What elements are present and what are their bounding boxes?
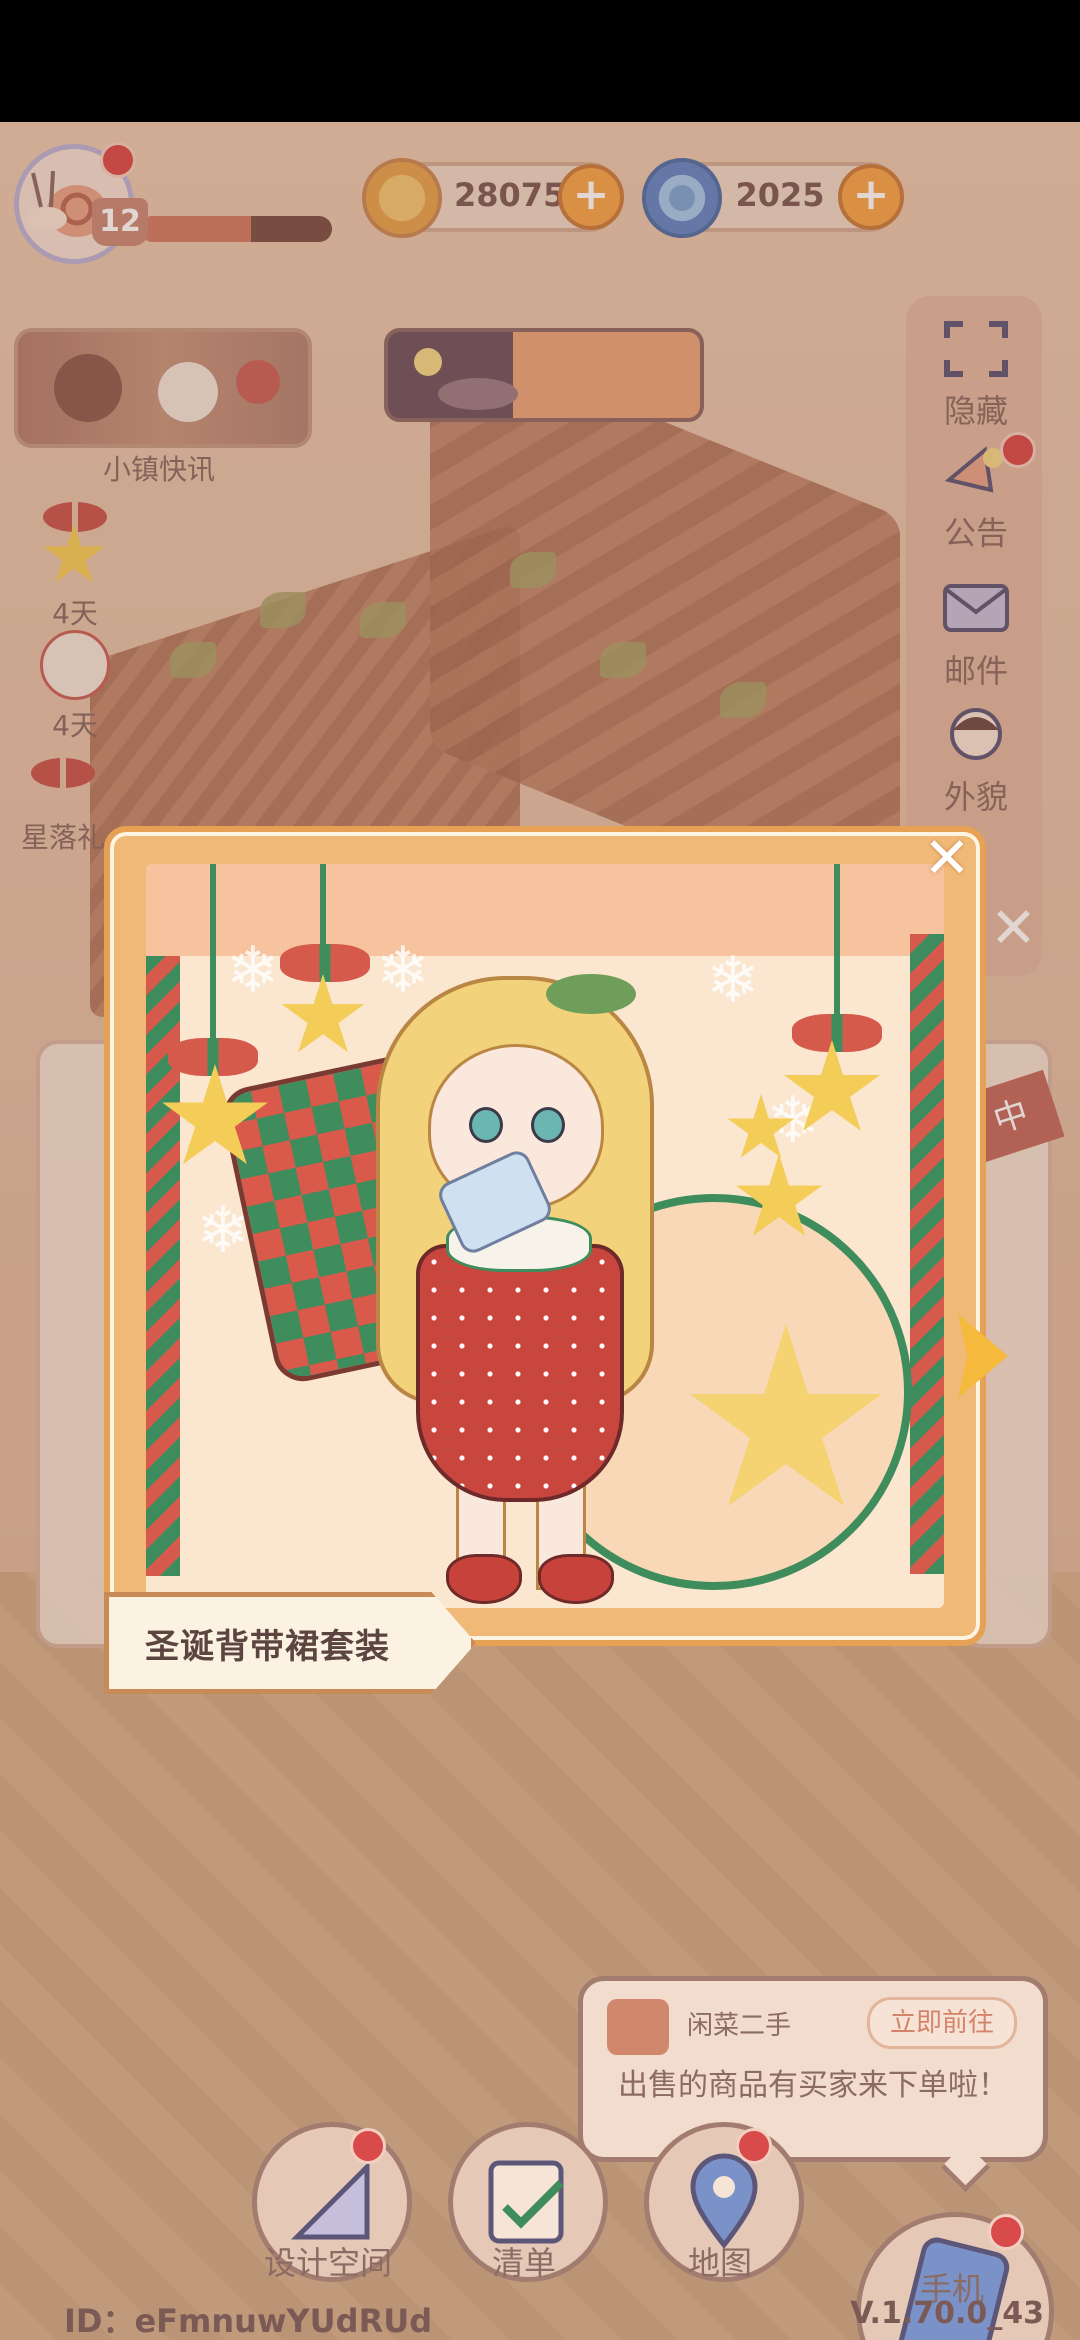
go-now-button[interactable]: 立即前往	[867, 1997, 1017, 2049]
game-version: V.1.70.0_43	[850, 2296, 1044, 2331]
map-label: 地图	[687, 2244, 752, 2282]
candy-stripe-right	[910, 934, 944, 1574]
snowflake-icon: ❄	[226, 934, 280, 1008]
phone-notification-dot	[988, 2214, 1024, 2250]
notification-message: 出售的商品有买家来下单啦！	[618, 2068, 1008, 2103]
mistletoe-hairpin-icon	[546, 974, 636, 1014]
bow-icon	[792, 1014, 882, 1052]
ornament-string	[834, 864, 840, 1034]
status-bar	[0, 0, 1080, 122]
character-eye	[531, 1107, 565, 1143]
snowflake-icon: ❄	[376, 934, 430, 1008]
notification-source: 闲菜二手	[687, 2011, 792, 2041]
character-eye	[469, 1107, 503, 1143]
ornament-string	[210, 864, 216, 1064]
outfit-showcase: ❄ ❄ ❄ ❄ ❄ ❄	[146, 864, 944, 1608]
game-scene: 12 28075 + 2025 + 小镇快讯 4天 4天 星落礼 隐藏 公告 邮…	[0, 122, 1080, 2340]
outfit-name-tag: 圣诞背带裙套装	[104, 1592, 476, 1694]
hanging-star-icon	[281, 974, 365, 1053]
player-id: ID：eFmnuwYUdRUd	[64, 2302, 433, 2340]
character-shoe	[446, 1554, 522, 1604]
bow-icon	[280, 944, 370, 982]
character-dress	[416, 1244, 624, 1502]
map-notification-dot	[736, 2128, 772, 2164]
character-shoe	[538, 1554, 614, 1604]
design-space-label: 设计空间	[263, 2244, 392, 2282]
checklist-label: 清单	[491, 2244, 556, 2282]
outfit-name: 圣诞背带裙套装	[145, 1627, 390, 1667]
bow-icon	[168, 1038, 258, 1076]
outfit-reward-modal: ❄ ❄ ❄ ❄ ❄ ❄	[104, 826, 1008, 1646]
close-modal-button[interactable]: ✕	[918, 830, 976, 888]
design-notification-dot	[350, 2128, 386, 2164]
snowflake-icon: ❄	[706, 944, 760, 1018]
shop-box-icon	[607, 1999, 669, 2055]
